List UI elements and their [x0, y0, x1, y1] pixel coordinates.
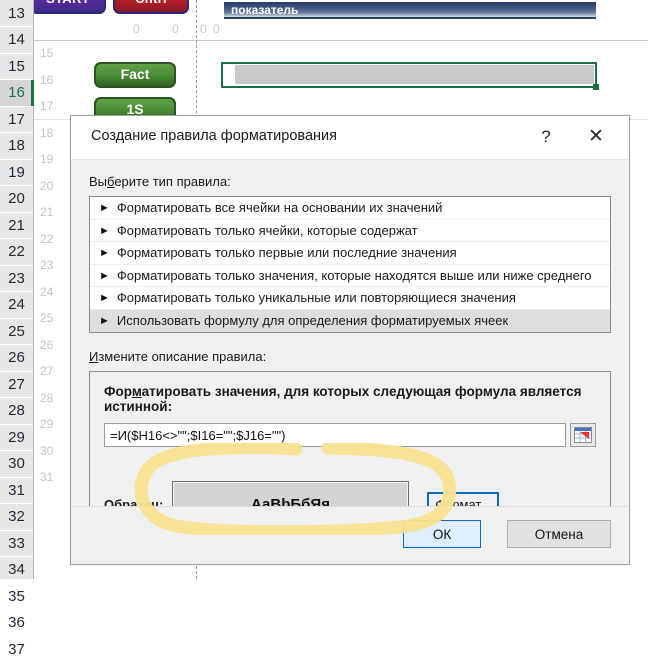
row-header-23[interactable]: 23: [0, 266, 33, 293]
arrow-right-icon: ►: [99, 220, 110, 243]
rule-type-label-post: ерите тип правила:: [114, 174, 230, 189]
row-header-30[interactable]: 30: [0, 451, 33, 478]
inner-row-number: 16: [34, 67, 89, 94]
row-header-19[interactable]: 19: [0, 160, 33, 187]
cell-value-zero: 0: [200, 22, 207, 36]
cancel-button[interactable]: Отмена: [507, 520, 611, 548]
formula-input[interactable]: [104, 423, 566, 447]
rule-type-label: Форматировать только уникальные или повт…: [117, 290, 516, 305]
macro-button-fact[interactable]: Fact: [94, 62, 176, 88]
help-icon[interactable]: ?: [533, 124, 559, 150]
rule-type-label: Форматировать только ячейки, которые сод…: [117, 223, 418, 238]
row-header-16[interactable]: 16: [0, 80, 33, 107]
dialog-title: Создание правила форматирования: [91, 128, 337, 144]
row-header-32[interactable]: 32: [0, 504, 33, 531]
new-formatting-rule-dialog: Создание правила форматирования ? ✕ Выбе…: [70, 115, 630, 565]
close-icon[interactable]: ✕: [581, 124, 611, 150]
selected-cell-range[interactable]: [221, 62, 597, 88]
edit-label-accel: И: [89, 349, 98, 364]
row-header-column: 1314151617181920212223242526272829303132…: [0, 0, 34, 579]
row-header-35[interactable]: 35: [0, 584, 33, 611]
macro-button-start[interactable]: START: [30, 0, 106, 14]
rule-type-item-2[interactable]: ► Форматировать только первые или последн…: [90, 242, 610, 265]
cell-value-zero: 0: [133, 22, 140, 36]
cell-fill: [235, 65, 594, 84]
row-header-27[interactable]: 27: [0, 372, 33, 399]
rule-type-label: Использовать формулу для определения фор…: [117, 313, 508, 328]
edit-label-post: змените описание правила:: [98, 349, 266, 364]
rule-type-label: Форматировать все ячейки на основании их…: [117, 200, 443, 215]
dialog-footer: ОК Отмена: [71, 506, 629, 564]
rule-type-list[interactable]: ► Форматировать все ячейки на основании и…: [89, 196, 611, 333]
row-header-37[interactable]: 37: [0, 637, 33, 663]
inner-row-number: 15: [34, 40, 89, 67]
arrow-right-icon: ►: [99, 287, 110, 310]
edit-description-label: Измените описание правила:: [89, 349, 611, 364]
row-header-13[interactable]: 13: [0, 0, 33, 27]
row-header-29[interactable]: 29: [0, 425, 33, 452]
rule-type-label: Форматировать только значения, которые н…: [117, 268, 592, 283]
dialog-title-bar: Создание правила форматирования ? ✕: [71, 116, 629, 160]
row-header-24[interactable]: 24: [0, 292, 33, 319]
rule-type-item-5[interactable]: ► Использовать формулу для определения фо…: [90, 310, 610, 333]
row-header-26[interactable]: 26: [0, 345, 33, 372]
row-header-17[interactable]: 17: [0, 107, 33, 134]
rule-type-item-0[interactable]: ► Форматировать все ячейки на основании и…: [90, 197, 610, 220]
desc-title-accel: м: [132, 384, 142, 399]
row-header-14[interactable]: 14: [0, 27, 33, 54]
formula-row: [104, 423, 596, 447]
grid-line: [33, 40, 648, 41]
arrow-right-icon: ►: [99, 242, 110, 265]
arrow-right-icon: ►: [99, 197, 110, 220]
dialog-body: Выберите тип правила: ► Форматировать все…: [71, 174, 629, 542]
rule-type-label-pre: Вы: [89, 174, 107, 189]
row-header-15[interactable]: 15: [0, 54, 33, 81]
row-header-22[interactable]: 22: [0, 239, 33, 266]
formula-prompt: Форматировать значения, для которых след…: [104, 384, 596, 414]
macro-button-cntrl[interactable]: Cntrl: [113, 0, 189, 14]
ok-button[interactable]: ОК: [403, 520, 481, 548]
arrow-right-icon: ►: [99, 265, 110, 288]
row-header-31[interactable]: 31: [0, 478, 33, 505]
cell-value-zero: 0: [172, 22, 179, 36]
row-header-20[interactable]: 20: [0, 186, 33, 213]
rule-type-item-3[interactable]: ► Форматировать только значения, которые …: [90, 265, 610, 288]
cell-value-zero: 0: [213, 22, 220, 36]
row-header-36[interactable]: 36: [0, 610, 33, 637]
row-header-28[interactable]: 28: [0, 398, 33, 425]
row-header-18[interactable]: 18: [0, 133, 33, 160]
desc-title-post: атировать значения, для которых следующа…: [104, 384, 581, 414]
rule-type-label: Форматировать только первые или последни…: [117, 245, 457, 260]
row-header-34[interactable]: 34: [0, 557, 33, 584]
desc-title-pre: Фор: [104, 384, 132, 399]
arrow-right-icon: ►: [99, 310, 110, 333]
range-select-icon[interactable]: [570, 423, 596, 447]
rule-type-label: Выберите тип правила:: [89, 174, 611, 189]
rule-type-item-4[interactable]: ► Форматировать только уникальные или пов…: [90, 287, 610, 310]
row-header-33[interactable]: 33: [0, 531, 33, 558]
rule-type-item-1[interactable]: ► Форматировать только ячейки, которые со…: [90, 220, 610, 243]
column-header-banner: показатель: [224, 2, 596, 19]
row-header-21[interactable]: 21: [0, 213, 33, 240]
row-header-25[interactable]: 25: [0, 319, 33, 346]
fill-handle[interactable]: [593, 84, 599, 90]
